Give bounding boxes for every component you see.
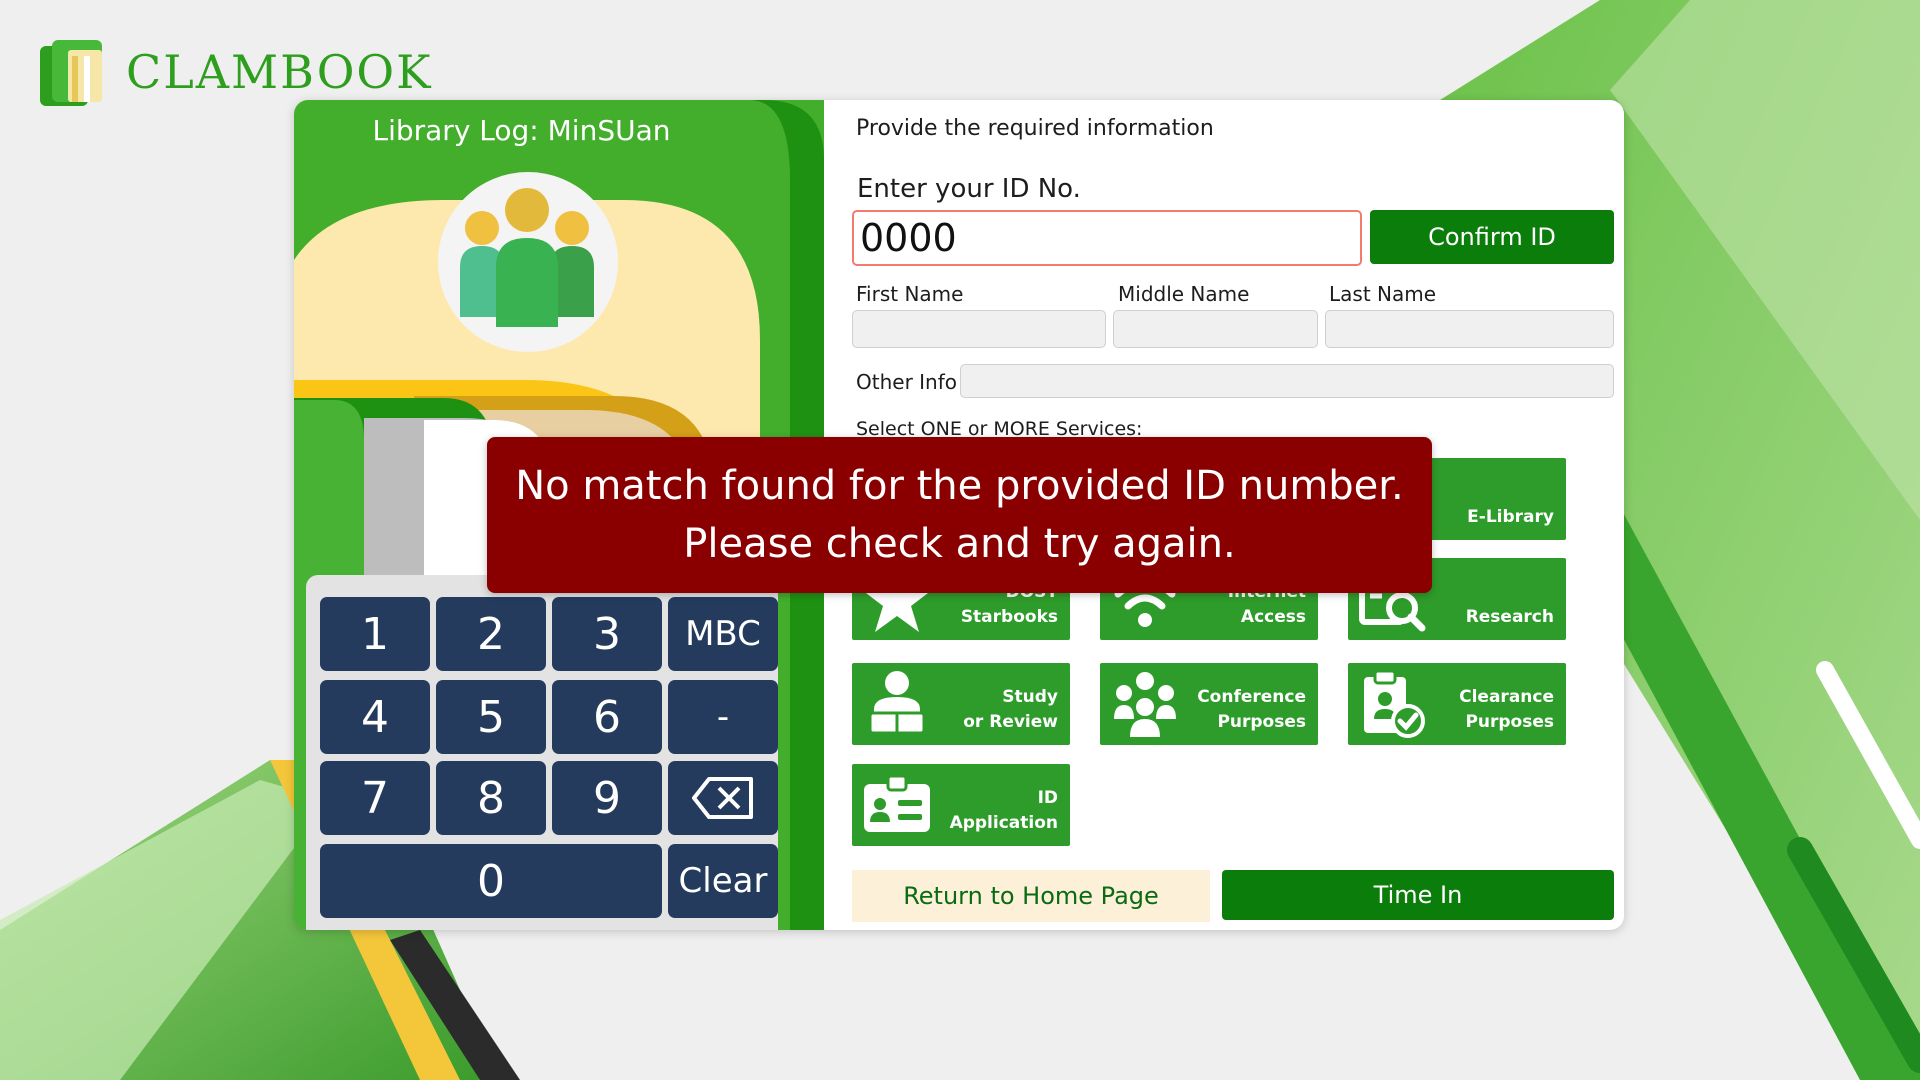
confirm-id-button[interactable]: Confirm ID bbox=[1370, 210, 1614, 264]
service-clearance-button[interactable]: Clearance Purposes bbox=[1348, 663, 1566, 745]
numeric-keypad: 1 2 3 MBC 4 5 6 - 7 8 9 0 Clear bbox=[306, 575, 778, 930]
service-clearance-line2: Purposes bbox=[1465, 712, 1554, 732]
service-id-application-line1: ID bbox=[1037, 788, 1058, 808]
library-log-title: Library Log: MinSUan bbox=[372, 114, 671, 147]
brand-header: CLAMBOOK bbox=[38, 36, 433, 108]
backspace-icon bbox=[692, 777, 753, 819]
middle-name-label: Middle Name bbox=[1118, 282, 1250, 306]
service-id-application-line2: Application bbox=[949, 813, 1058, 833]
key-clear[interactable]: Clear bbox=[668, 844, 778, 918]
service-clearance-line1: Clearance bbox=[1459, 687, 1554, 707]
book-stack-icon bbox=[38, 36, 110, 108]
time-in-button[interactable]: Time In bbox=[1222, 870, 1614, 920]
error-toast: No match found for the provided ID numbe… bbox=[487, 437, 1432, 593]
reader-icon bbox=[868, 671, 926, 735]
error-toast-line1: No match found for the provided ID numbe… bbox=[515, 463, 1404, 509]
service-dost-starbooks-line2: Starbooks bbox=[960, 607, 1058, 627]
key-0[interactable]: 0 bbox=[320, 844, 662, 918]
service-e-library-label: E-Library bbox=[1467, 507, 1554, 527]
brand-name: CLAMBOOK bbox=[126, 45, 433, 99]
key-1[interactable]: 1 bbox=[320, 597, 430, 671]
return-home-button[interactable]: Return to Home Page bbox=[852, 870, 1210, 922]
id-number-input[interactable]: 0000 bbox=[852, 210, 1362, 266]
key-9[interactable]: 9 bbox=[552, 761, 662, 835]
service-study-review-line1: Study bbox=[1002, 687, 1058, 707]
service-study-review-line2: or Review bbox=[963, 712, 1058, 732]
service-internet-access-line2: Access bbox=[1240, 607, 1306, 627]
first-name-field[interactable] bbox=[852, 310, 1106, 348]
service-conference-line2: Purposes bbox=[1217, 712, 1306, 732]
service-id-application-button[interactable]: ID Application bbox=[852, 764, 1070, 846]
key-4[interactable]: 4 bbox=[320, 680, 430, 754]
other-info-field[interactable] bbox=[960, 364, 1614, 398]
key-dash[interactable]: - bbox=[668, 680, 778, 754]
id-label: Enter your ID No. bbox=[857, 174, 1081, 204]
service-conference-line1: Conference bbox=[1197, 687, 1306, 707]
other-info-label: Other Info bbox=[856, 370, 957, 394]
people-group-icon bbox=[438, 172, 618, 352]
error-toast-line2: Please check and try again. bbox=[683, 521, 1236, 567]
key-6[interactable]: 6 bbox=[552, 680, 662, 754]
form-heading: Provide the required information bbox=[856, 116, 1214, 141]
last-name-field[interactable] bbox=[1325, 310, 1614, 348]
last-name-label: Last Name bbox=[1329, 282, 1437, 306]
id-card-icon bbox=[864, 774, 930, 832]
key-7[interactable]: 7 bbox=[320, 761, 430, 835]
key-8[interactable]: 8 bbox=[436, 761, 546, 835]
service-conference-button[interactable]: Conference Purposes bbox=[1100, 663, 1318, 745]
clipboard-check-icon bbox=[1364, 669, 1425, 738]
service-research-label: Research bbox=[1465, 607, 1554, 627]
key-5[interactable]: 5 bbox=[436, 680, 546, 754]
backspace-key[interactable] bbox=[668, 761, 778, 835]
key-2[interactable]: 2 bbox=[436, 597, 546, 671]
service-study-review-button[interactable]: Study or Review bbox=[852, 663, 1070, 745]
first-name-label: First Name bbox=[856, 282, 964, 306]
key-mbc[interactable]: MBC bbox=[668, 597, 778, 671]
key-3[interactable]: 3 bbox=[552, 597, 662, 671]
middle-name-field[interactable] bbox=[1113, 310, 1318, 348]
group-icon bbox=[1114, 672, 1176, 737]
